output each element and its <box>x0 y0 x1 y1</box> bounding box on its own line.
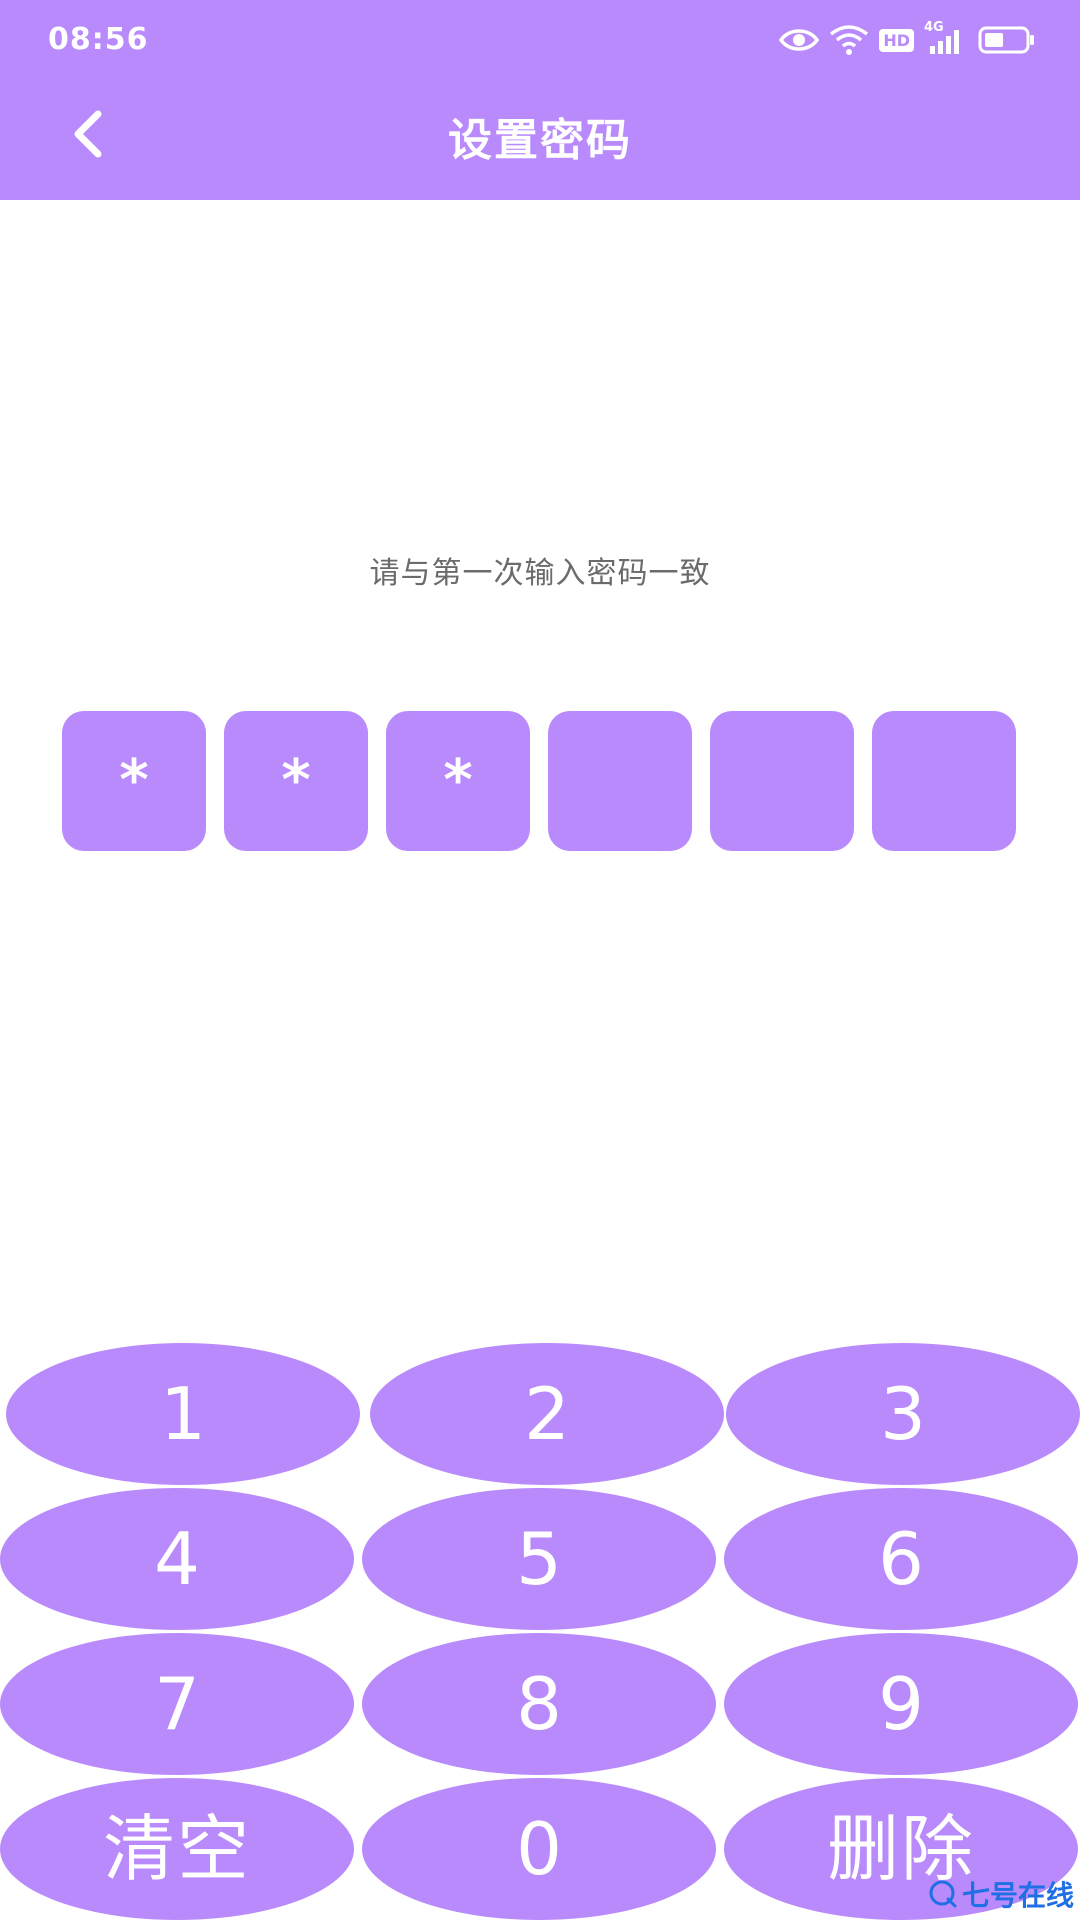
app-header: 08:56 HD 4G 设置密码 <box>0 0 1080 200</box>
pin-slot-5 <box>710 711 854 851</box>
watermark: 七号在线 <box>928 1874 1074 1914</box>
pin-slot-6 <box>872 711 1016 851</box>
pin-slot-4 <box>548 711 692 851</box>
key-5[interactable]: 5 <box>362 1488 716 1630</box>
hd-label: HD <box>883 30 910 50</box>
battery-icon <box>978 26 1034 54</box>
cellular-signal-icon: 4G <box>924 20 968 56</box>
eye-icon <box>779 29 820 51</box>
key-3[interactable]: 3 <box>726 1343 1080 1485</box>
watermark-logo-icon <box>929 1880 957 1908</box>
pin-slot-3: * <box>386 711 530 851</box>
clear-button[interactable]: 清空 <box>0 1778 354 1920</box>
key-2[interactable]: 2 <box>370 1343 724 1485</box>
key-8[interactable]: 8 <box>362 1633 716 1775</box>
status-time: 08:56 <box>48 22 149 57</box>
key-4[interactable]: 4 <box>0 1488 354 1630</box>
password-prompt: 请与第一次输入密码一致 <box>369 556 711 591</box>
status-icons: HD 4G <box>779 20 1036 56</box>
page-title: 设置密码 <box>448 115 632 166</box>
key-6[interactable]: 6 <box>724 1488 1078 1630</box>
key-1[interactable]: 1 <box>6 1343 360 1485</box>
key-7[interactable]: 7 <box>0 1633 354 1775</box>
hd-icon: HD <box>879 28 914 52</box>
pin-slot-2: * <box>224 711 368 851</box>
wifi-icon <box>830 25 869 55</box>
numeric-keypad: 1 2 3 4 5 6 7 8 9 清空 0 删除 <box>0 1340 1080 1920</box>
pin-input-row[interactable]: * * * <box>62 711 1018 851</box>
key-9[interactable]: 9 <box>724 1633 1078 1775</box>
watermark-text: 七号在线 <box>961 1879 1074 1912</box>
key-0[interactable]: 0 <box>362 1778 716 1920</box>
pin-slot-1: * <box>62 711 206 851</box>
